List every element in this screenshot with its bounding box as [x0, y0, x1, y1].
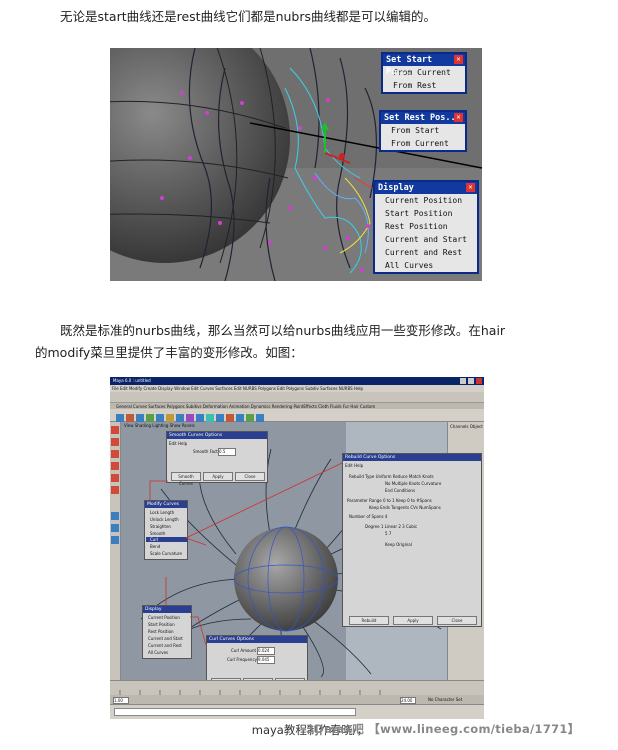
set-start-position-title: Set Start Po... ✕: [383, 54, 465, 77]
paragraph-1: 无论是start曲线还是rest曲线它们都是nubrs曲线都是可以编辑的。: [60, 9, 437, 24]
paragraph-2: 既然是标准的nurbs曲线，那么当然可以给nurbs曲线应用一些变形修改。在ha…: [60, 323, 506, 338]
command-line[interactable]: [110, 704, 484, 719]
menu-item-current-and-start[interactable]: Current and Start: [375, 233, 477, 246]
character-set-label: No Character Set: [428, 697, 463, 702]
menu-item-from-rest[interactable]: From Rest: [383, 79, 465, 92]
maya-interface-screenshot-2: Maya 6.0 : untitled File Edit Modify Cre…: [110, 377, 484, 719]
menu-item-from-start[interactable]: From Start: [381, 124, 465, 137]
range-slider[interactable]: 1.00 24.00 No Character Set: [110, 695, 484, 704]
close-icon[interactable]: ✕: [454, 113, 463, 122]
range-end-field[interactable]: 24.00: [400, 697, 416, 704]
display-window: Display ✕ Current Position Start Position…: [373, 180, 479, 274]
command-input[interactable]: [114, 708, 356, 716]
maya-viewport-screenshot-1: Set Start Po... ✕ From Current From Rest …: [110, 48, 482, 281]
set-rest-position-title: Set Rest Pos... ✕: [381, 112, 465, 124]
menu-item-start-position[interactable]: Start Position: [375, 207, 477, 220]
set-start-position-window: Set Start Po... ✕ From Current From Rest: [381, 52, 467, 94]
paragraph-3: 的modify菜旦里提供了丰富的变形修改。如图：: [35, 345, 303, 360]
menu-item-rest-position[interactable]: Rest Position: [375, 220, 477, 233]
time-ticks: [119, 690, 381, 696]
close-icon[interactable]: ✕: [454, 55, 463, 64]
watermark: 3Dmax吧 【www.lineeg.com/tieba/1771】: [306, 722, 580, 736]
menu-item-current-and-rest[interactable]: Current and Rest: [375, 246, 477, 259]
menu-item-all-curves[interactable]: All Curves: [375, 259, 477, 272]
menu-item-from-current[interactable]: From Current: [381, 137, 465, 150]
menu-item-current-position[interactable]: Current Position: [375, 194, 477, 207]
close-icon[interactable]: ✕: [466, 183, 475, 192]
display-window-title: Display ✕: [375, 182, 477, 194]
red-connector-lines: [149, 462, 343, 646]
time-slider[interactable]: [110, 680, 484, 696]
set-rest-position-window: Set Rest Pos... ✕ From Start From Current: [379, 110, 467, 152]
range-start-field[interactable]: 1.00: [113, 697, 129, 704]
